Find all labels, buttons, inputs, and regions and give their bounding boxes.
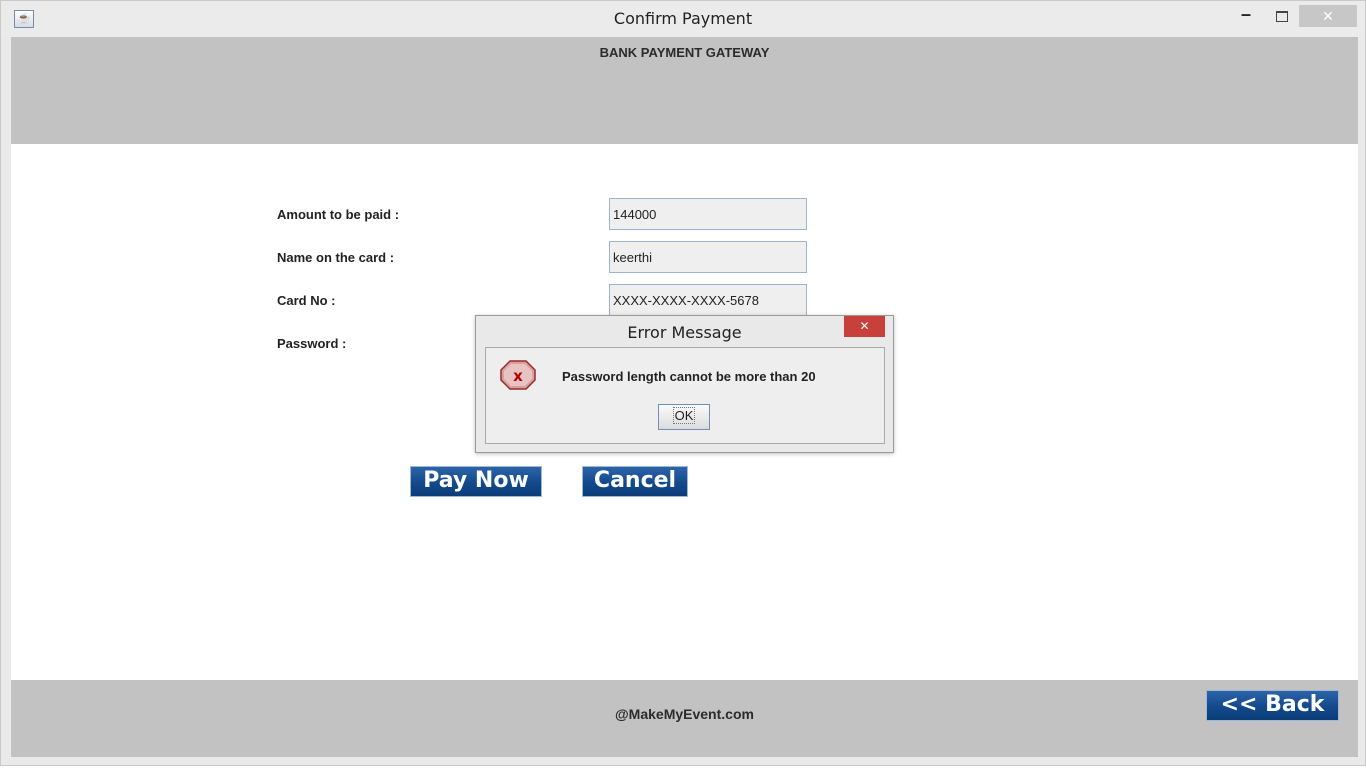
minimize-button[interactable]: – (1233, 5, 1259, 27)
amount-label: Amount to be paid : (277, 207, 400, 222)
footer-band: @MakeMyEvent.com (11, 680, 1358, 757)
password-label: Password : (277, 336, 347, 351)
dialog-title: Error Message (627, 323, 742, 342)
error-icon: x (500, 360, 536, 390)
close-button[interactable]: ✕ (1299, 5, 1357, 27)
window-title: Confirm Payment (613, 9, 753, 28)
card-number-label: Card No : (277, 293, 336, 308)
card-name-field[interactable] (609, 241, 807, 273)
ok-button[interactable]: OK (658, 404, 710, 430)
card-number-field[interactable] (609, 284, 807, 316)
maximize-button[interactable] (1269, 5, 1295, 27)
svg-text:x: x (513, 367, 523, 385)
header-band: BANK PAYMENT GATEWAY (11, 37, 1358, 144)
confirm-payment-window: ☕ Confirm Payment – ✕ BANK PAYMENT GATEW… (0, 0, 1366, 766)
dialog-close-button[interactable]: ✕ (844, 316, 885, 337)
title-bar[interactable]: ☕ Confirm Payment – ✕ (1, 1, 1365, 37)
pay-now-button[interactable]: Pay Now (410, 466, 542, 497)
footer-text: @MakeMyEvent.com (615, 706, 754, 722)
cancel-button[interactable]: Cancel (582, 466, 688, 497)
error-dialog: Error Message ✕ x Password length cannot… (475, 315, 894, 453)
ok-label: OK (672, 407, 696, 424)
amount-field[interactable] (609, 198, 807, 230)
error-message: Password length cannot be more than 20 (562, 369, 816, 384)
card-name-label: Name on the card : (277, 250, 395, 265)
back-button[interactable]: << Back (1206, 690, 1339, 721)
header-title: BANK PAYMENT GATEWAY (599, 45, 770, 60)
dialog-body: x Password length cannot be more than 20… (485, 347, 885, 444)
maximize-icon (1276, 11, 1288, 22)
